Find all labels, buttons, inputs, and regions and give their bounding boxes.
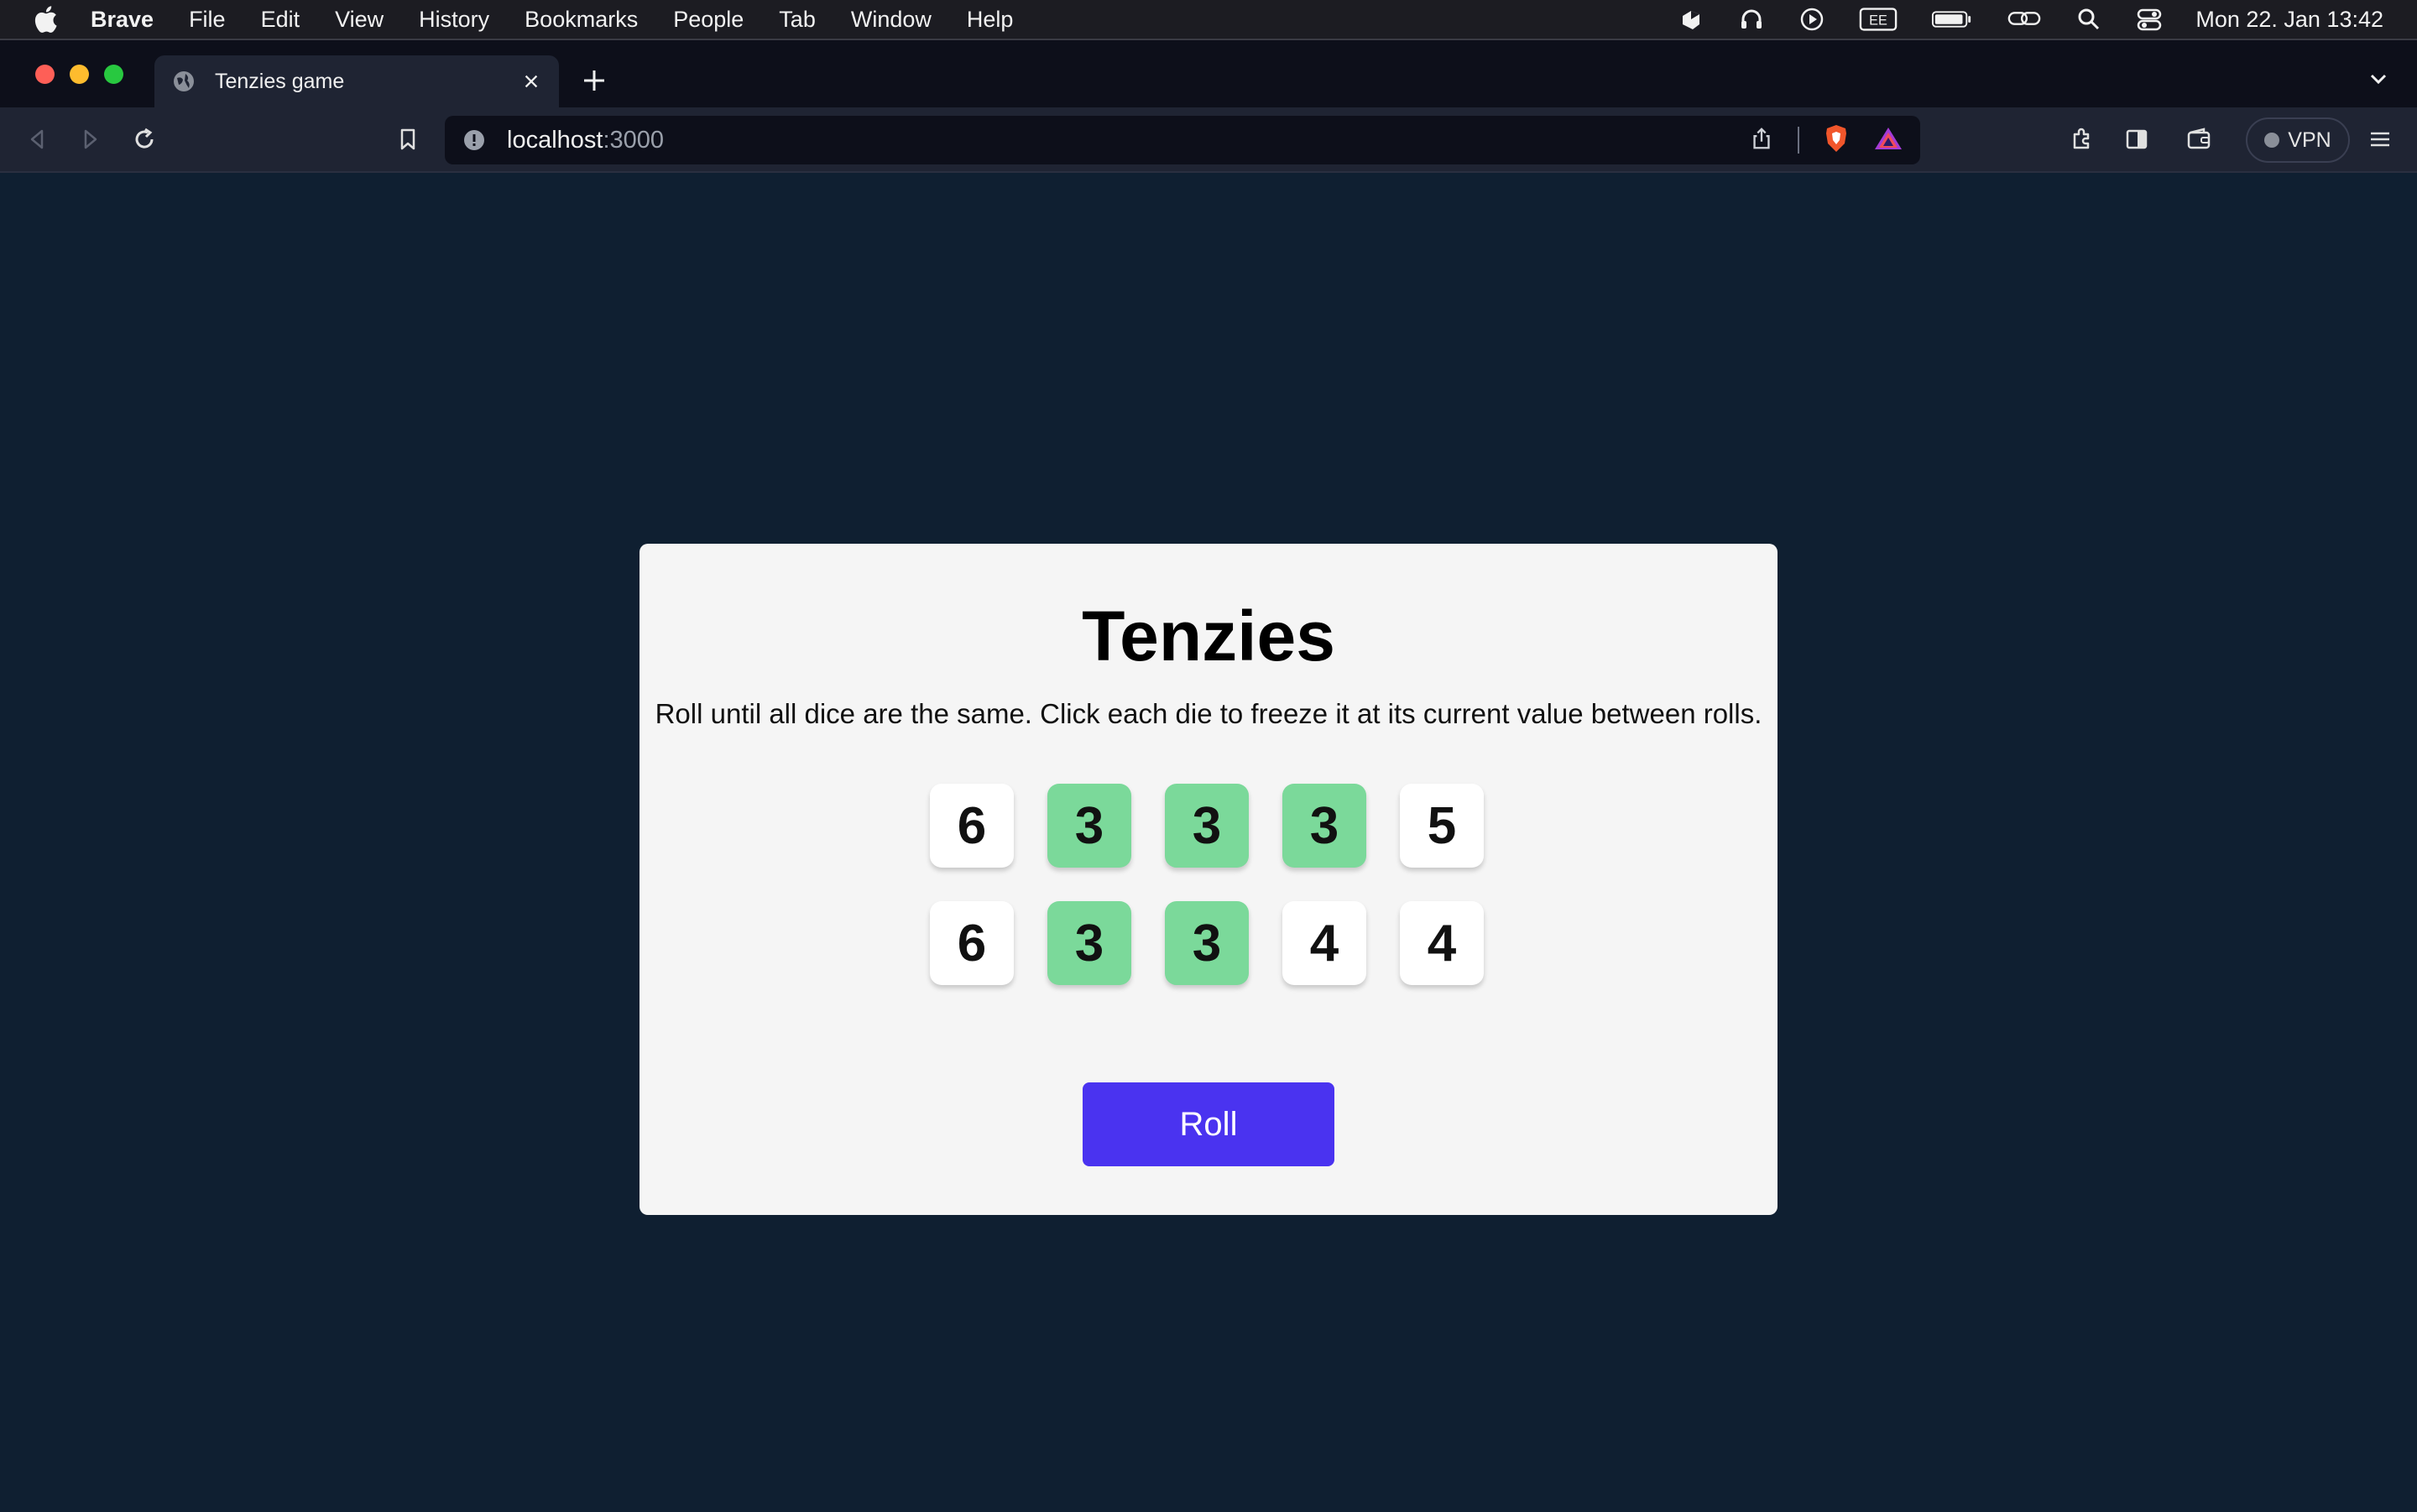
back-icon[interactable] xyxy=(20,123,54,156)
forward-icon[interactable] xyxy=(74,123,107,156)
tenzies-card: Tenzies Roll until all dice are the same… xyxy=(639,544,1778,1215)
macos-menu-bar: Brave File Edit View History Bookmarks P… xyxy=(0,0,2417,39)
browser-toolbar: localhost:3000 VPN xyxy=(0,107,2417,173)
window-controls xyxy=(35,65,123,84)
die-held[interactable]: 3 xyxy=(1047,901,1131,985)
bookmark-icon[interactable] xyxy=(391,123,425,156)
wallet-icon[interactable] xyxy=(2182,123,2216,156)
zoom-window-button[interactable] xyxy=(104,65,123,84)
menu-icon[interactable] xyxy=(2363,123,2397,156)
minimize-window-button[interactable] xyxy=(70,65,89,84)
roll-button[interactable]: Roll xyxy=(1083,1082,1334,1166)
tab-title: Tenzies game xyxy=(215,69,345,93)
brave-shields-icon[interactable] xyxy=(1823,123,1850,158)
die[interactable]: 6 xyxy=(930,784,1014,868)
brave-talk-icon[interactable] xyxy=(1677,5,1705,34)
address-bar-divider xyxy=(1798,127,1799,154)
dice-grid: 6333563344 xyxy=(930,784,1484,985)
die[interactable]: 4 xyxy=(1282,901,1366,985)
close-window-button[interactable] xyxy=(35,65,55,84)
apple-icon[interactable] xyxy=(0,5,91,34)
headphones-icon[interactable] xyxy=(1737,5,1766,34)
control-center-icon[interactable] xyxy=(2135,5,2164,34)
menu-history[interactable]: History xyxy=(419,7,489,33)
die-held[interactable]: 3 xyxy=(1165,784,1249,868)
tab-tenzies-game[interactable]: Tenzies game xyxy=(154,55,559,107)
vpn-status-icon xyxy=(2264,133,2280,148)
menu-brave[interactable]: Brave xyxy=(91,7,154,33)
vpn-label: VPN xyxy=(2288,128,2331,152)
menu-view[interactable]: View xyxy=(335,7,384,33)
extensions-icon[interactable] xyxy=(2065,123,2098,156)
browser-window: Tenzies game localhost:3000 VPN Tenzies … xyxy=(0,39,2417,1512)
die[interactable]: 4 xyxy=(1400,901,1484,985)
game-instructions: Roll until all dice are the same. Click … xyxy=(655,698,1762,729)
brave-rewards-icon[interactable] xyxy=(1873,125,1903,156)
url-host: localhost xyxy=(507,126,603,154)
die-held[interactable]: 3 xyxy=(1165,901,1249,985)
search-icon[interactable] xyxy=(2075,5,2103,34)
address-bar[interactable]: localhost:3000 xyxy=(445,116,1920,164)
svg-text:EE: EE xyxy=(1869,13,1887,29)
menu-help[interactable]: Help xyxy=(967,7,1014,33)
menu-file[interactable]: File xyxy=(189,7,226,33)
new-tab-button[interactable] xyxy=(579,65,609,96)
battery-icon[interactable] xyxy=(1930,5,1974,34)
sidebar-icon[interactable] xyxy=(2120,123,2153,156)
url-port: :3000 xyxy=(603,126,665,154)
die-held[interactable]: 3 xyxy=(1282,784,1366,868)
tab-strip: Tenzies game xyxy=(0,40,2417,107)
keyboard-input-icon[interactable]: EE xyxy=(1858,5,1898,34)
die-held[interactable]: 3 xyxy=(1047,784,1131,868)
menu-window[interactable]: Window xyxy=(851,7,932,33)
reload-icon[interactable] xyxy=(128,123,161,156)
die[interactable]: 5 xyxy=(1400,784,1484,868)
share-icon[interactable] xyxy=(1749,126,1774,155)
site-info-icon[interactable] xyxy=(462,128,487,153)
play-icon[interactable] xyxy=(1798,5,1826,34)
menu-bookmarks[interactable]: Bookmarks xyxy=(525,7,638,33)
close-tab-icon[interactable] xyxy=(519,69,544,94)
menu-tab[interactable]: Tab xyxy=(779,7,816,33)
page-title: Tenzies xyxy=(1082,597,1335,675)
menu-people[interactable]: People xyxy=(673,7,744,33)
screen-mirroring-icon[interactable] xyxy=(2006,5,2043,34)
globe-icon xyxy=(171,69,196,94)
menu-edit[interactable]: Edit xyxy=(261,7,300,33)
die[interactable]: 6 xyxy=(930,901,1014,985)
menubar-clock[interactable]: Mon 22. Jan 13:42 xyxy=(2195,7,2383,33)
chevron-down-icon[interactable] xyxy=(2365,65,2392,92)
vpn-button[interactable]: VPN xyxy=(2246,117,2350,163)
page-content: Tenzies Roll until all dice are the same… xyxy=(0,173,2417,1512)
url-text[interactable]: localhost:3000 xyxy=(507,127,664,154)
